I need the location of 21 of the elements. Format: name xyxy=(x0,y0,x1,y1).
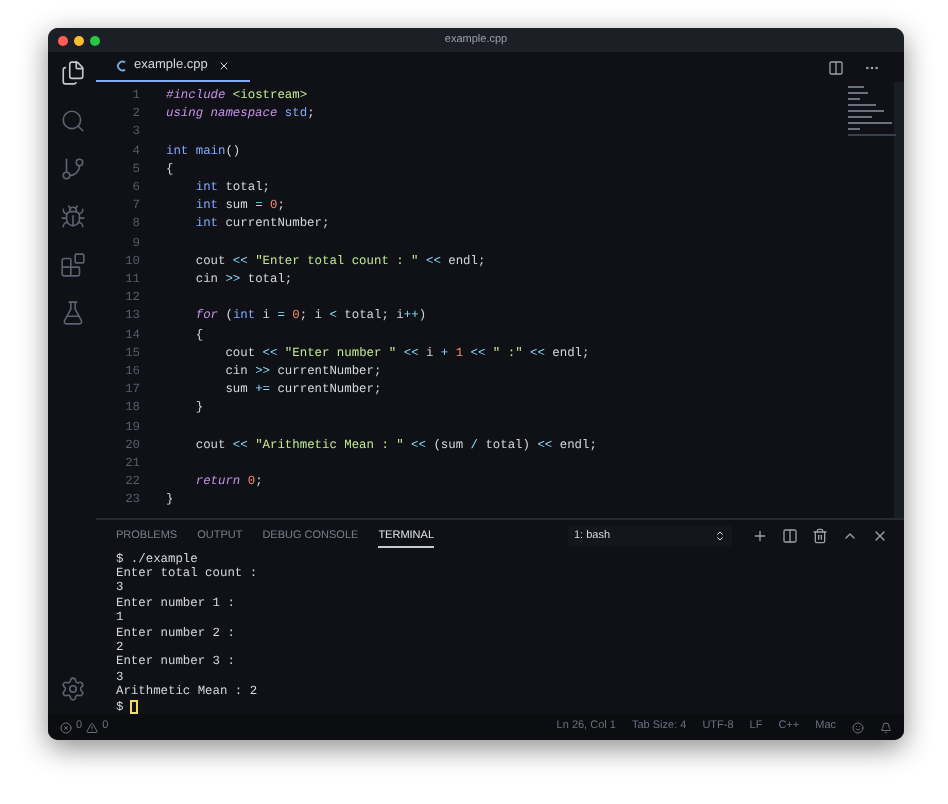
close-window-button[interactable] xyxy=(58,35,68,45)
close-icon[interactable] xyxy=(872,528,888,545)
flask-icon[interactable] xyxy=(59,300,85,326)
warning-icon xyxy=(86,721,99,733)
error-icon xyxy=(60,721,72,733)
source-control-icon[interactable] xyxy=(59,156,85,182)
bell-icon[interactable] xyxy=(880,721,892,733)
extensions-icon[interactable] xyxy=(59,252,85,278)
search-icon[interactable] xyxy=(59,108,85,134)
files-icon[interactable] xyxy=(59,60,85,86)
add-icon[interactable] xyxy=(752,528,768,545)
split-terminal-icon[interactable] xyxy=(782,528,798,545)
smiley-icon[interactable] xyxy=(852,721,864,733)
trash-icon[interactable] xyxy=(812,528,828,545)
file-type-icon xyxy=(116,60,128,72)
split-editor-icon[interactable] xyxy=(828,59,844,75)
debug-icon[interactable] xyxy=(59,204,85,230)
settings-icon[interactable] xyxy=(59,676,85,702)
maximize-window-button[interactable] xyxy=(90,35,100,45)
close-icon[interactable] xyxy=(217,60,230,72)
minimize-window-button[interactable] xyxy=(74,35,84,45)
